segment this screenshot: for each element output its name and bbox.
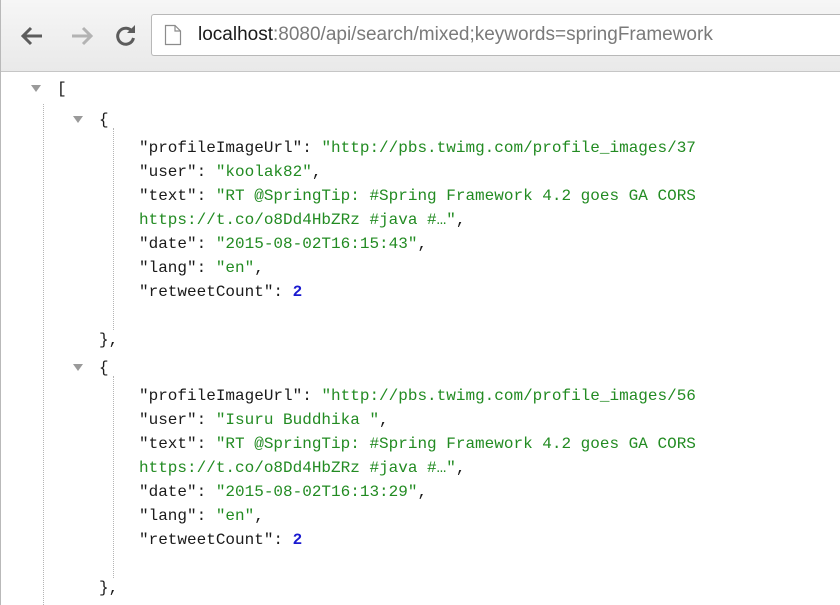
- collapse-toggle[interactable]: [31, 85, 41, 92]
- indent-guide: [113, 376, 114, 578]
- url-text[interactable]: localhost:8080/api/search/mixed;keywords…: [198, 24, 713, 46]
- json-string-value: https://t.co/o8Dd4HbZRz #java #…": [139, 459, 456, 477]
- json-key: "profileImageUrl": [139, 139, 303, 157]
- json-line: "text": "RT @SpringTip: #Spring Framewor…: [139, 187, 696, 205]
- json-key: "user": [139, 411, 197, 429]
- json-key: "user": [139, 163, 197, 181]
- browser-toolbar: localhost:8080/api/search/mixed;keywords…: [1, 0, 840, 72]
- url-path: :8080/api/search/mixed;keywords=springFr…: [273, 24, 713, 45]
- indent-guide: [113, 128, 114, 330]
- page-icon: [164, 24, 182, 51]
- json-line: "user": "koolak82",: [139, 163, 322, 181]
- json-line: {: [99, 108, 109, 132]
- json-number-value: 2: [292, 531, 303, 549]
- json-string-value: "2015-08-02T16:15:43": [215, 235, 418, 253]
- json-key: "profileImageUrl": [139, 387, 303, 405]
- json-string-value: https://t.co/o8Dd4HbZRz #java #…": [139, 211, 456, 229]
- collapse-toggle[interactable]: [73, 116, 83, 123]
- json-string-value: "Isuru Buddhika ": [215, 411, 380, 429]
- json-line: "profileImageUrl": "http://pbs.twimg.com…: [139, 387, 696, 405]
- json-string-value: "2015-08-02T16:13:29": [215, 483, 418, 501]
- json-line: https://t.co/o8Dd4HbZRz #java #…",: [139, 211, 466, 229]
- forward-button[interactable]: [65, 20, 99, 52]
- url-host: localhost: [198, 24, 273, 45]
- json-line: [: [57, 77, 67, 101]
- json-line: "date": "2015-08-02T16:15:43",: [139, 235, 428, 253]
- reload-button[interactable]: [109, 20, 143, 52]
- json-string-value: "en": [215, 507, 255, 525]
- json-line: "profileImageUrl": "http://pbs.twimg.com…: [139, 139, 696, 157]
- json-line: "retweetCount": 2: [139, 283, 303, 301]
- json-line: "date": "2015-08-02T16:13:29",: [139, 483, 428, 501]
- json-string-value: "RT @SpringTip: #Spring Framework 4.2 go…: [215, 435, 696, 453]
- json-number-value: 2: [292, 283, 303, 301]
- json-string-value: "koolak82": [215, 163, 312, 181]
- json-string-value: "en": [215, 259, 255, 277]
- json-line: "lang": "en",: [139, 507, 264, 525]
- json-line: "lang": "en",: [139, 259, 264, 277]
- json-key: "retweetCount": [139, 283, 274, 301]
- browser-window: localhost:8080/api/search/mixed;keywords…: [0, 0, 840, 605]
- json-key: "lang": [139, 259, 197, 277]
- json-key: "date": [139, 235, 197, 253]
- json-key: "text": [139, 435, 197, 453]
- json-line: https://t.co/o8Dd4HbZRz #java #…",: [139, 459, 466, 477]
- json-key: "date": [139, 483, 197, 501]
- indent-guide: [43, 104, 44, 605]
- json-line: {: [99, 356, 109, 380]
- json-viewer: [ { "profileImageUrl": "http://pbs.twimg…: [1, 72, 840, 605]
- json-key: "lang": [139, 507, 197, 525]
- json-string-value: "RT @SpringTip: #Spring Framework 4.2 go…: [215, 187, 696, 205]
- back-button[interactable]: [15, 20, 49, 52]
- json-line: },: [99, 576, 118, 600]
- json-line: "retweetCount": 2: [139, 531, 303, 549]
- json-string-value: "http://pbs.twimg.com/profile_images/37: [321, 139, 696, 157]
- object-open-brace: {: [99, 111, 109, 129]
- address-bar[interactable]: localhost:8080/api/search/mixed;keywords…: [151, 14, 840, 56]
- json-key: "text": [139, 187, 197, 205]
- collapse-toggle[interactable]: [73, 364, 83, 371]
- forward-arrow-icon: [71, 26, 93, 46]
- json-string-value: "http://pbs.twimg.com/profile_images/56: [321, 387, 696, 405]
- json-line: "text": "RT @SpringTip: #Spring Framewor…: [139, 435, 696, 453]
- json-line: "user": "Isuru Buddhika ",: [139, 411, 389, 429]
- json-line: },: [99, 328, 118, 352]
- json-key: "retweetCount": [139, 531, 274, 549]
- object-close-brace: },: [99, 331, 119, 349]
- reload-icon: [115, 25, 137, 47]
- back-arrow-icon: [21, 26, 43, 46]
- object-open-brace: {: [99, 359, 109, 377]
- array-open-bracket: [: [57, 80, 67, 98]
- object-close-brace: },: [99, 579, 119, 597]
